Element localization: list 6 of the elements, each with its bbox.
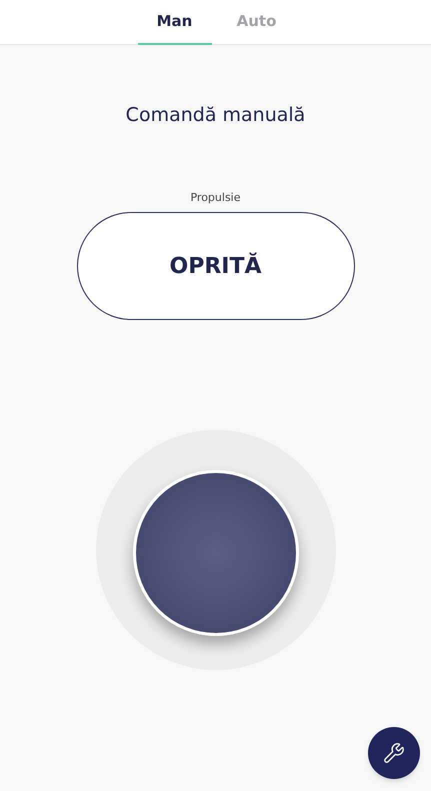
settings-button[interactable] xyxy=(368,727,420,779)
propulsion-label: Propulsie xyxy=(190,190,240,206)
tab[interactable]: Man xyxy=(138,0,212,45)
propulsion-toggle[interactable]: OPRITĂ xyxy=(76,212,354,320)
wrench-icon xyxy=(383,742,405,764)
page-title: Comandă manuală xyxy=(126,103,306,128)
